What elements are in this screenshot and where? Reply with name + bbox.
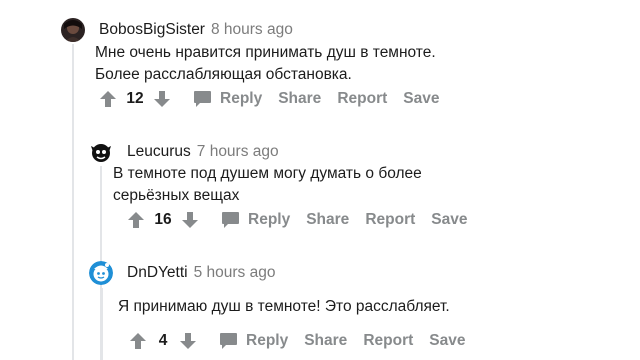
comment-body: Я принимаю душ в темноте! Это расслабляе… — [118, 296, 450, 318]
comment-bubble-icon[interactable] — [220, 210, 240, 230]
avatar[interactable] — [89, 140, 113, 164]
downvote-icon[interactable] — [180, 210, 200, 230]
vote-score: 16 — [154, 211, 172, 228]
comment-header: BobosBigSister 8 hours ago — [61, 18, 293, 42]
upvote-icon[interactable] — [98, 89, 118, 109]
avatar[interactable] — [89, 261, 113, 285]
comment-bubble-icon[interactable] — [218, 331, 238, 351]
vote-score: 12 — [126, 90, 144, 107]
comment-actions: 12 Reply Share Report Save — [98, 89, 439, 109]
comment-text-line: Более расслабляющая обстановка. — [95, 66, 352, 83]
comment-body: В темноте под душем могу думать о более … — [113, 163, 422, 207]
comment-actions: 4 Reply Share Report Save — [128, 331, 465, 351]
avatar[interactable] — [61, 18, 85, 42]
comment-body: Мне очень нравится принимать душ в темно… — [95, 42, 436, 86]
comment-header: Leucurus 7 hours ago — [89, 140, 279, 164]
report-button[interactable]: Report — [365, 211, 415, 229]
timestamp[interactable]: 5 hours ago — [194, 264, 276, 282]
thread-line-level-3[interactable] — [101, 288, 103, 360]
comment-text-line: В темноте под душем могу думать о более — [113, 165, 422, 182]
upvote-icon[interactable] — [126, 210, 146, 230]
timestamp[interactable]: 8 hours ago — [211, 21, 293, 39]
reply-button[interactable]: Reply — [246, 332, 288, 350]
share-button[interactable]: Share — [306, 211, 349, 229]
comment-bubble-icon[interactable] — [192, 89, 212, 109]
share-button[interactable]: Share — [304, 332, 347, 350]
comment-header: DnDYetti 5 hours ago — [89, 261, 275, 285]
author-name[interactable]: Leucurus — [127, 143, 191, 161]
comment-text-line: Я принимаю душ в темноте! Это расслабляе… — [118, 298, 450, 315]
downvote-icon[interactable] — [152, 89, 172, 109]
share-button[interactable]: Share — [278, 90, 321, 108]
reply-button[interactable]: Reply — [220, 90, 262, 108]
author-name[interactable]: DnDYetti — [127, 264, 188, 282]
save-button[interactable]: Save — [431, 211, 467, 229]
thread-line-level-1[interactable] — [72, 44, 74, 360]
save-button[interactable]: Save — [403, 90, 439, 108]
downvote-icon[interactable] — [178, 331, 198, 351]
report-button[interactable]: Report — [363, 332, 413, 350]
comment-actions: 16 Reply Share Report Save — [126, 210, 467, 230]
report-button[interactable]: Report — [337, 90, 387, 108]
timestamp[interactable]: 7 hours ago — [197, 143, 279, 161]
reply-button[interactable]: Reply — [248, 211, 290, 229]
comment-text-line: серьёзных вещах — [113, 187, 240, 204]
save-button[interactable]: Save — [429, 332, 465, 350]
comment-text-line: Мне очень нравится принимать душ в темно… — [95, 44, 436, 61]
author-name[interactable]: BobosBigSister — [99, 21, 205, 39]
vote-score: 4 — [158, 332, 168, 349]
upvote-icon[interactable] — [128, 331, 148, 351]
